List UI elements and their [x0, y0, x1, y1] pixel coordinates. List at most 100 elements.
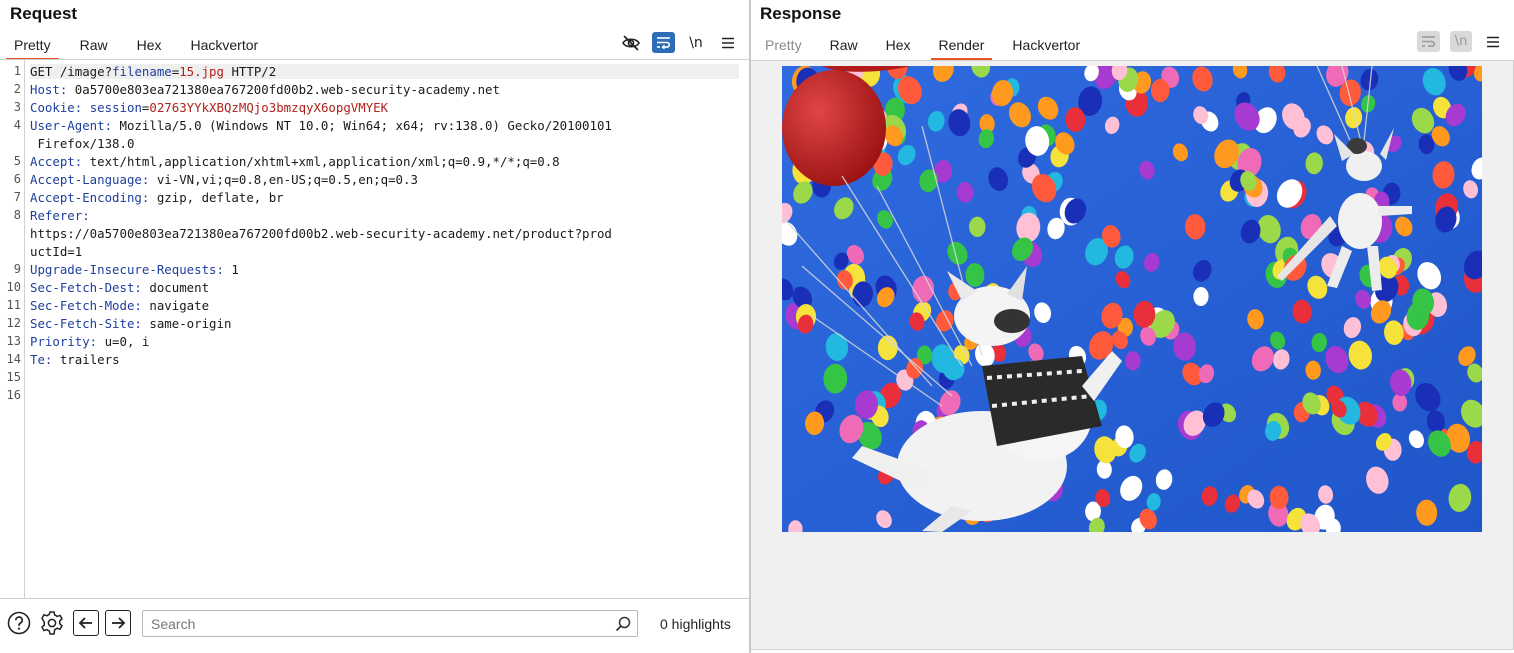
line-number: 6 [13, 172, 21, 186]
wrap-lines-icon[interactable] [652, 32, 675, 53]
menu-icon[interactable] [1484, 33, 1502, 51]
back-arrow-icon[interactable] [73, 610, 99, 636]
line-text: Mozilla/5.0 (Windows NT 10.0; Win64; x64… [112, 118, 612, 133]
header-name: Host: [30, 82, 68, 97]
line-text: vi-VN,vi;q=0.8,en-US;q=0.5,en;q=0.3 [149, 172, 418, 187]
footer-divider [0, 598, 749, 599]
request-editor[interactable]: 1 2 3 4 5 6 7 8 9 10 11 12 13 14 15 16 GET /image?filen… [0, 60, 749, 598]
line-text: u=0, i [97, 334, 150, 349]
tab-hackvertor[interactable]: Hackvertor [191, 34, 259, 60]
line-number: 5 [13, 154, 21, 168]
request-pane: Request Pretty Raw Hex Hackvertor \n 123… [0, 0, 749, 653]
request-line[interactable]: Upgrade-Insecure-Requests: 1 [30, 262, 239, 277]
line-number: 3 [13, 100, 21, 114]
line-number: 8 [13, 208, 21, 222]
tab-hackvertor[interactable]: Hackvertor [1012, 34, 1080, 60]
tab-pretty[interactable]: Pretty [6, 34, 59, 60]
request-line[interactable]: Priority: u=0, i [30, 334, 149, 349]
header-name: Referer: [30, 208, 90, 223]
header-name: Sec-Fetch-Dest: [30, 280, 142, 295]
help-icon[interactable] [6, 610, 32, 636]
line-text: GET /image? [30, 64, 113, 79]
request-line[interactable]: Sec-Fetch-Site: same-origin [30, 316, 231, 331]
line-number: 1 [13, 64, 21, 78]
header-name: Sec-Fetch-Mode: [30, 298, 142, 313]
line-text: trailers [52, 352, 120, 367]
line-number: 16 [6, 388, 21, 402]
request-line[interactable]: https://0a5700e803ea721380ea767200fd00b2… [30, 226, 612, 241]
line-text: same-origin [141, 316, 232, 331]
line-text: 0a5700e803ea721380ea767200fd00b2.web-sec… [67, 82, 500, 97]
render-viewport[interactable] [751, 60, 1514, 650]
header-name: Accept-Language: [30, 172, 150, 187]
line-number: 14 [6, 352, 21, 366]
tab-raw[interactable]: Raw [830, 34, 858, 60]
wrap-lines-icon[interactable] [1417, 31, 1440, 52]
param-value: 02763YYkXBQzMQjo3bmzqyX6opgVMYEK [149, 100, 389, 115]
request-line[interactable]: uctId=1 [30, 244, 82, 259]
forward-arrow-icon[interactable] [105, 610, 131, 636]
tab-raw[interactable]: Raw [80, 34, 108, 60]
menu-icon[interactable] [719, 34, 737, 52]
header-name: User-Agent: [30, 118, 113, 133]
tab-hex[interactable]: Hex [137, 34, 162, 60]
response-title: Response [760, 4, 842, 23]
burp-repeater-window: Request Pretty Raw Hex Hackvertor \n 123… [0, 0, 1514, 653]
line-number: 9 [13, 262, 21, 276]
line-text: navigate [141, 298, 210, 313]
line-number: 13 [6, 334, 21, 348]
param-value: 15.jpg [179, 64, 224, 79]
header-name: Priority: [30, 334, 98, 349]
response-tabs: Pretty Raw Hex Render Hackvertor [765, 34, 1080, 60]
line-number: 10 [6, 280, 21, 294]
newline-icon[interactable]: \n [1450, 31, 1472, 52]
request-line[interactable]: User-Agent: Mozilla/5.0 (Windows NT 10.0… [30, 118, 612, 133]
line-text: text/html,application/xhtml+xml,applicat… [82, 154, 560, 169]
settings-icon[interactable] [38, 610, 66, 636]
request-line[interactable]: Cookie: session=02763YYkXBQzMQjo3bmzqyX6… [30, 100, 388, 115]
header-name: Sec-Fetch-Site: [30, 316, 142, 331]
line-number: 15 [6, 370, 21, 384]
tab-render[interactable]: Render [930, 34, 993, 60]
line-number: 11 [6, 298, 21, 312]
request-line[interactable]: Host: 0a5700e803ea721380ea767200fd00b2.w… [30, 82, 500, 97]
line-number: 12 [6, 316, 21, 330]
response-pane: Response Pretty Raw Hex Render Hackverto… [751, 0, 1514, 653]
header-name: filename [112, 64, 172, 79]
search-icon[interactable] [613, 614, 633, 634]
tab-hex[interactable]: Hex [886, 34, 911, 60]
line-text [82, 100, 89, 115]
line-number: 2 [13, 82, 21, 96]
request-line[interactable]: Sec-Fetch-Dest: document [30, 280, 209, 295]
header-name: Accept: [30, 154, 83, 169]
line-text: Firefox/138.0 [30, 136, 135, 151]
line-text: document [141, 280, 210, 295]
header-name: Upgrade-Insecure-Requests: [30, 262, 224, 277]
request-line[interactable]: Referer: [30, 208, 90, 223]
request-line[interactable]: Firefox/138.0 [30, 136, 134, 151]
search-field[interactable] [142, 610, 638, 637]
dogs-floating-with-balloons-image [782, 66, 1482, 532]
header-name: session [89, 100, 142, 115]
request-line[interactable]: Sec-Fetch-Mode: navigate [30, 298, 209, 313]
newline-icon[interactable]: \n [686, 33, 706, 53]
request-title: Request [10, 4, 78, 23]
eye-off-icon[interactable] [620, 33, 642, 53]
header-name: Te: [30, 352, 53, 367]
line-text: uctId=1 [30, 244, 83, 259]
request-line[interactable]: Te: trailers [30, 352, 120, 367]
request-line[interactable]: Accept-Encoding: gzip, deflate, br [30, 190, 284, 205]
search-input[interactable] [143, 611, 603, 636]
highlights-count: 0 highlights [660, 616, 731, 632]
line-number: 7 [13, 190, 21, 204]
header-name: Cookie: [30, 100, 83, 115]
request-line[interactable]: Accept-Language: vi-VN,vi;q=0.8,en-US;q=… [30, 172, 418, 187]
line-text: https://0a5700e803ea721380ea767200fd00b2… [30, 226, 612, 241]
request-line[interactable]: Accept: text/html,application/xhtml+xml,… [30, 154, 560, 169]
request-line[interactable]: GET /image?filename=15.jpg HTTP/2 [30, 64, 739, 79]
request-tabs: Pretty Raw Hex Hackvertor [6, 34, 259, 60]
header-name: Accept-Encoding: [30, 190, 150, 205]
tab-pretty[interactable]: Pretty [765, 34, 802, 60]
line-number: 4 [13, 118, 21, 132]
line-text: gzip, deflate, br [149, 190, 284, 205]
